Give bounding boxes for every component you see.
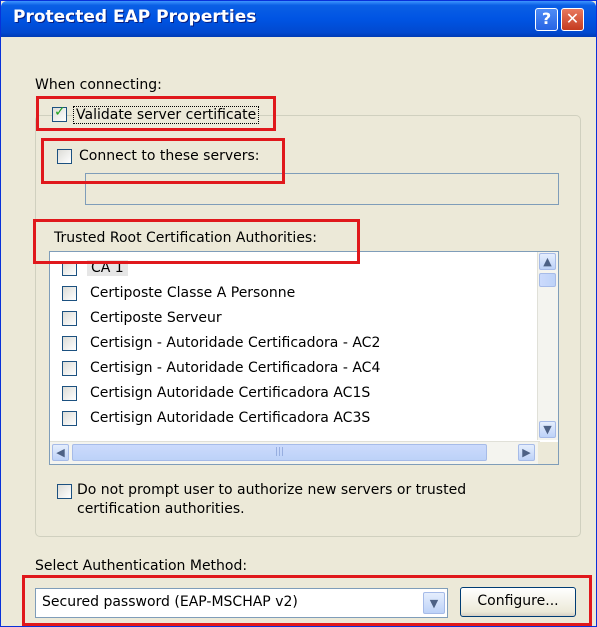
list-item-label: Certiposte Classe A Personne [90,285,296,301]
help-icon: ? [541,9,552,28]
window-title: Protected EAP Properties [13,7,257,27]
close-button[interactable]: ✕ [561,8,584,31]
highlight-connect [41,138,285,184]
do-not-prompt-label-line1[interactable]: Do not prompt user to authorize new serv… [77,482,466,498]
vertical-scroll-thumb[interactable] [539,273,556,287]
vertical-scrollbar[interactable]: ▲ ▼ [537,252,558,440]
close-icon: ✕ [565,9,580,28]
list-item-checkbox[interactable] [62,336,77,351]
list-item-checkbox[interactable] [62,311,77,326]
list-item-checkbox[interactable] [62,361,77,376]
list-item-checkbox[interactable] [62,386,77,401]
list-item-label: Certisign Autoridade Certificadora AC3S [90,410,371,426]
protected-eap-dialog: Protected EAP Properties ? ✕ When connec… [0,0,597,627]
title-bar[interactable]: Protected EAP Properties ? ✕ [1,1,596,37]
scroll-down-icon[interactable]: ▼ [539,421,556,438]
when-connecting-label: When connecting: [35,77,162,93]
list-item-label: Certisign Autoridade Certificadora AC1S [90,385,371,401]
list-item-label: Certisign - Autoridade Certificadora - A… [90,335,381,351]
list-item-label: Certisign - Autoridade Certificadora - A… [90,360,381,376]
highlight-trusted-root [33,219,360,264]
auth-method-label: Select Authentication Method: [35,558,248,574]
list-item-checkbox[interactable] [62,286,77,301]
scroll-corner [538,442,558,464]
scroll-left-icon[interactable]: ◀ [52,444,69,461]
list-item-checkbox[interactable] [62,411,77,426]
horizontal-scroll-thumb[interactable]: ||| [72,444,487,461]
trusted-root-list[interactable]: CA 1 Certiposte Classe A Personne Certip… [49,251,559,465]
horizontal-scrollbar[interactable]: ◀ ||| ▶ [50,441,540,464]
do-not-prompt-label-line2[interactable]: certification authorities. [77,501,245,517]
highlight-validate [36,96,276,131]
help-button[interactable]: ? [535,8,558,31]
do-not-prompt-checkbox[interactable] [57,484,72,499]
highlight-auth-method [22,575,592,626]
list-item-label: Certiposte Serveur [90,310,222,326]
scroll-right-icon[interactable]: ▶ [518,444,535,461]
scroll-up-icon[interactable]: ▲ [539,253,556,270]
